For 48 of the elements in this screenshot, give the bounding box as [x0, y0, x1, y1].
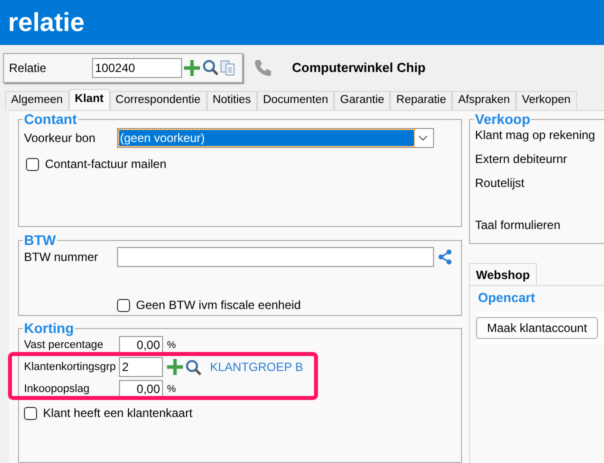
- tab[interactable]: Notities: [206, 91, 257, 110]
- section-title: Opencart: [478, 289, 536, 307]
- tab[interactable]: Reparatie: [390, 91, 452, 110]
- tab[interactable]: Webshop: [469, 263, 537, 285]
- checkbox[interactable]: [24, 406, 37, 420]
- group-title: Korting: [23, 321, 75, 335]
- field-label: Vast percentage: [24, 338, 104, 353]
- tab[interactable]: Klant: [68, 89, 110, 110]
- share-icon[interactable]: [438, 249, 452, 265]
- tab[interactable]: Correspondentie: [110, 91, 207, 110]
- group-code-field[interactable]: 2: [119, 357, 163, 377]
- tab[interactable]: Garantie: [334, 91, 390, 110]
- search-icon[interactable]: [202, 59, 219, 76]
- field-label: BTW nummer: [24, 249, 100, 266]
- group-link[interactable]: KLANTGROEP B: [210, 358, 304, 376]
- field-label: Klantenkortingsgrp: [24, 360, 117, 375]
- unit-label: %: [167, 382, 176, 396]
- field-label: Routelijst: [475, 176, 526, 190]
- record-field[interactable]: 100240: [92, 58, 182, 78]
- unit-label: %: [167, 338, 176, 352]
- vat-number-field[interactable]: [117, 247, 434, 267]
- field-label: Voorkeur bon: [24, 130, 96, 147]
- checkbox-label: Contant-factuur mailen: [45, 156, 166, 173]
- checkbox[interactable]: [117, 298, 130, 312]
- dropdown[interactable]: (geen voorkeur): [117, 128, 434, 148]
- customer-name: Computerwinkel Chip: [292, 58, 426, 77]
- checkbox-label: Geen BTW ivm fiscale eenheid: [136, 297, 301, 314]
- phone-icon[interactable]: [254, 59, 271, 76]
- tab[interactable]: Afspraken: [452, 91, 516, 110]
- group-title: Verkoop: [474, 112, 532, 126]
- checkbox-label: Klant heeft een klantenkaart: [43, 405, 192, 422]
- create-account-button[interactable]: Maak klantaccount: [476, 316, 598, 338]
- search-icon[interactable]: [185, 358, 202, 376]
- window-title: relatie: [8, 6, 85, 39]
- tab[interactable]: Verkopen: [516, 91, 577, 110]
- group-title: Contant: [23, 112, 78, 126]
- chevron-icon: [418, 135, 428, 141]
- field-label: Klant mag op rekening: [475, 128, 596, 142]
- group-title: BTW: [23, 233, 57, 247]
- tab[interactable]: Documenten: [256, 91, 334, 110]
- field-label: Inkoopopslag: [24, 382, 90, 397]
- plus-icon[interactable]: [183, 58, 201, 76]
- field-label: Taal formulieren: [475, 218, 562, 232]
- checkbox[interactable]: [26, 158, 39, 170]
- tab[interactable]: Algemeen: [5, 91, 69, 110]
- record-label: Relatie: [9, 60, 48, 76]
- plus-icon[interactable]: [166, 358, 184, 376]
- field-label: Extern debiteurnr: [475, 152, 568, 166]
